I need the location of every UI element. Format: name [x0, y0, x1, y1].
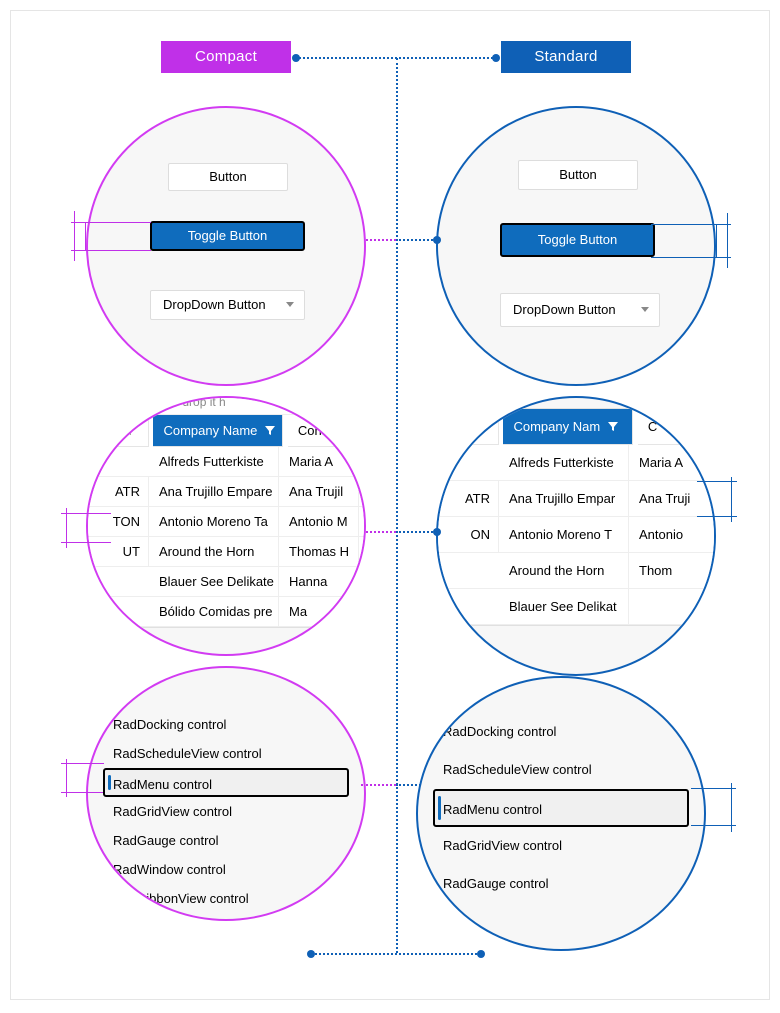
table-row[interactable]: Alfreds FutterkisteMaria A [436, 445, 716, 481]
standard-grid-sample: Company Nam C Alfreds FutterkisteMaria A… [436, 396, 716, 676]
list-item[interactable]: RadGridView control [103, 797, 349, 826]
table-row[interactable]: TONAntonio Moreno TaAntonio M [86, 507, 366, 537]
table-row[interactable]: UTAround the HornThomas H [86, 537, 366, 567]
compact-buttons-sample: Button Toggle Button DropDown Button [86, 106, 366, 386]
filter-icon[interactable] [125, 426, 135, 436]
table-row[interactable]: ATRAna Trujillo EmparAna Truji [436, 481, 716, 517]
dropdown-label: DropDown Button [513, 302, 616, 317]
compact-header: Compact [161, 41, 291, 73]
list-item[interactable]: RadDocking control [103, 710, 349, 739]
grid-header-id[interactable] [86, 415, 149, 447]
grid-caption-partial: and drop it h [86, 396, 366, 415]
dropdown-button[interactable]: DropDown Button [500, 293, 660, 327]
plain-button[interactable]: Button [518, 160, 638, 190]
toggle-button[interactable]: Toggle Button [150, 221, 305, 251]
standard-header: Standard [501, 41, 631, 73]
grid-header-company[interactable]: Company Nam [503, 409, 633, 445]
list-item[interactable]: RadGauge control [433, 865, 689, 903]
list-item[interactable]: RadMenu control [433, 789, 689, 827]
comparison-canvas: Compact Standard Button Toggle Button Dr… [10, 10, 770, 1000]
compact-grid-sample: and drop it h Company Name Cont Alfreds … [86, 396, 366, 656]
filter-icon[interactable] [475, 422, 485, 432]
chevron-down-icon [286, 302, 294, 307]
list-item[interactable]: RadWindow control [103, 855, 349, 884]
table-row[interactable]: Blauer See DelikateHanna [86, 567, 366, 597]
grid-header-id[interactable] [436, 409, 499, 445]
list-item[interactable]: RadScheduleView control [433, 751, 689, 789]
plain-button[interactable]: Button [168, 163, 288, 191]
compact-list-sample: RadDocking controlRadScheduleView contro… [86, 666, 366, 921]
dropdown-label: DropDown Button [163, 297, 266, 312]
filter-icon[interactable] [265, 426, 275, 436]
grid-header-contact[interactable]: C [638, 409, 716, 445]
dropdown-button[interactable]: DropDown Button [150, 290, 305, 320]
toggle-button[interactable]: Toggle Button [500, 223, 655, 257]
table-row[interactable]: ONAntonio Moreno TAntonio [436, 517, 716, 553]
grid-header-contact[interactable]: Cont [288, 415, 366, 447]
table-row[interactable]: ATRAna Trujillo EmpareAna Trujil [86, 477, 366, 507]
standard-list-sample: RadDocking controlRadScheduleView contro… [416, 676, 706, 951]
list-item[interactable]: RadGridView control [433, 827, 689, 865]
grid-header-company[interactable]: Company Name [153, 415, 283, 447]
chevron-down-icon [641, 307, 649, 312]
table-row[interactable]: Blauer See Delikat [436, 589, 716, 625]
table-row[interactable]: Around the HornThom [436, 553, 716, 589]
standard-buttons-sample: Button Toggle Button DropDown Button [436, 106, 716, 386]
table-row[interactable]: Bólido Comidas preMa [86, 597, 366, 627]
filter-icon[interactable] [608, 422, 618, 432]
list-item[interactable]: RadRibbonView control [103, 884, 349, 913]
table-row[interactable]: Alfreds FutterkisteMaria A [86, 447, 366, 477]
list-item[interactable]: RadMenu control [103, 768, 349, 797]
list-item[interactable]: RadDocking control [433, 713, 689, 751]
list-item[interactable]: RadScheduleView control [103, 739, 349, 768]
list-item[interactable]: RadGauge control [103, 826, 349, 855]
